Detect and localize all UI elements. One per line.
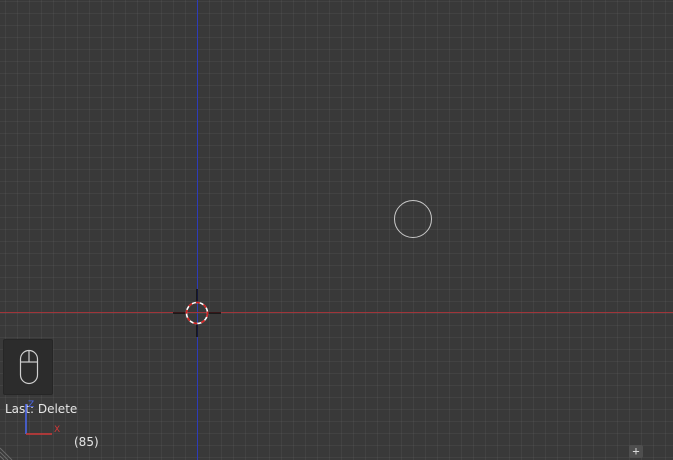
3d-cursor-icon[interactable]	[173, 289, 221, 337]
area-corner-grip-icon[interactable]	[0, 444, 16, 460]
axis-gizmo: Z X	[25, 400, 60, 435]
mouse-icon	[19, 349, 39, 385]
3d-viewport[interactable]: Last: Delete Z X (85) +	[0, 0, 673, 460]
empty-circle-object[interactable]	[394, 200, 432, 238]
axis-gizmo-z-label: Z	[28, 400, 34, 410]
mouse-status-panel	[3, 339, 53, 395]
z-axis-line	[197, 0, 198, 460]
plus-icon: +	[632, 444, 640, 458]
x-axis-line	[0, 312, 673, 313]
add-area-button[interactable]: +	[629, 445, 643, 458]
axis-gizmo-x-label: X	[54, 425, 60, 435]
frame-counter: (85)	[74, 435, 99, 449]
